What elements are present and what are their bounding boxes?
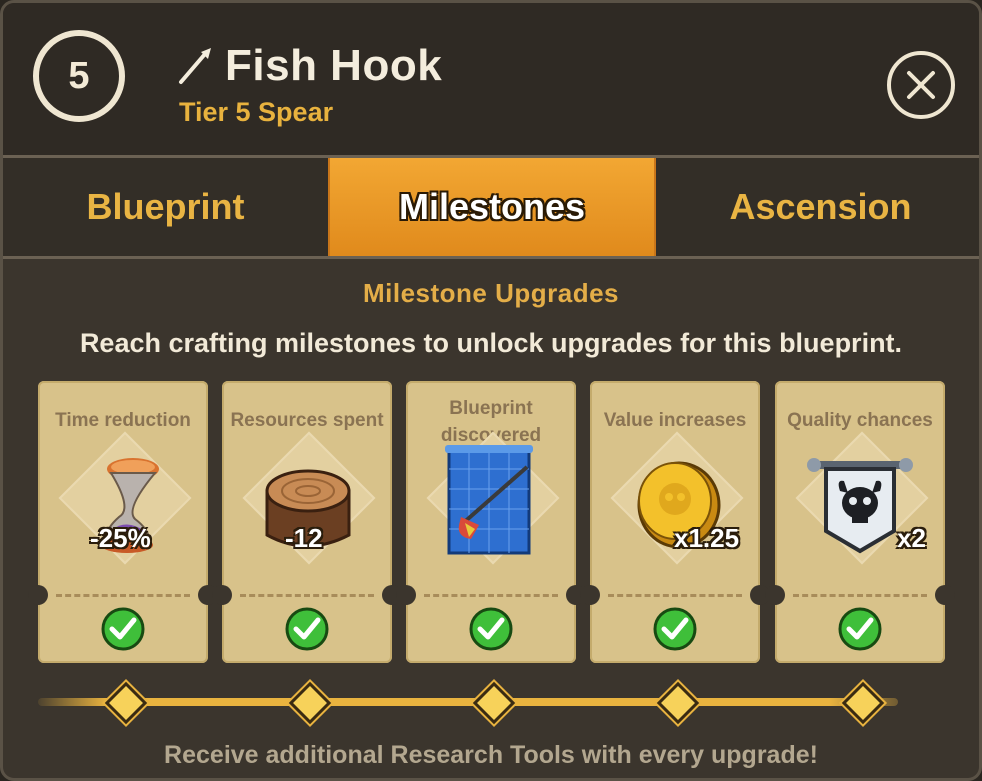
tier-badge: 5 [33, 30, 125, 122]
ticket-notch [765, 585, 785, 605]
section-description: Reach crafting milestones to unlock upgr… [79, 328, 903, 358]
footer-hint: Receive additional Research Tools with e… [164, 741, 818, 769]
check-icon [653, 607, 697, 651]
progress-node [288, 681, 332, 725]
progress-node [841, 681, 885, 725]
section-title: Milestone Upgrades [362, 278, 620, 308]
progress-node [656, 681, 700, 725]
progress-track [38, 698, 898, 706]
card-value: x1.25 [674, 523, 740, 553]
milestone-card-time-reduction[interactable]: Time reduction -25% [28, 381, 218, 663]
ticket-notch [396, 585, 416, 605]
milestone-card-resources-spent[interactable]: Resources spent -12 [212, 381, 402, 663]
check-icon [285, 607, 329, 651]
card-value: x2 [897, 523, 926, 553]
divider [793, 594, 927, 597]
header: 5 Fish Hook Tier 5 Spear [3, 3, 979, 158]
card-value: -12 [285, 523, 323, 553]
card-label: Quality chances [787, 410, 933, 431]
blueprint-scroll-icon [445, 445, 533, 555]
milestone-card-blueprint-discovered[interactable]: Blueprint discovered [396, 381, 586, 663]
divider [240, 594, 374, 597]
progress-node [104, 681, 148, 725]
card-label: Resources spent [230, 410, 384, 431]
tab-bar: Blueprint Milestones Ascension [3, 158, 979, 259]
divider [608, 594, 742, 597]
progress-node [472, 681, 516, 725]
card-value: -25% [90, 523, 151, 553]
title-block: Fish Hook Tier 5 Spear [175, 41, 442, 128]
ticket-notch [580, 585, 600, 605]
tab-ascension[interactable]: Ascension [656, 158, 979, 256]
ticket-notch [935, 585, 955, 605]
check-icon [838, 607, 882, 651]
milestone-card-value-increases[interactable]: Value increases x1.25 [580, 381, 770, 663]
check-icon [101, 607, 145, 651]
tab-blueprint[interactable]: Blueprint [3, 158, 328, 256]
check-icon [469, 607, 513, 651]
divider [424, 594, 558, 597]
card-label: Time reduction [55, 410, 191, 431]
ticket-notch [212, 585, 232, 605]
close-button[interactable] [887, 51, 955, 119]
card-label: Value increases [603, 410, 747, 431]
spear-icon [179, 48, 211, 84]
milestones-panel: 5 Fish Hook Tier 5 Spear Blueprint Miles… [0, 0, 982, 781]
item-subtitle: Tier 5 Spear [179, 97, 334, 127]
ticket-notch [28, 585, 48, 605]
item-title: Fish Hook [225, 41, 443, 90]
milestone-card-quality-chances[interactable]: Quality chances x2 [765, 381, 955, 663]
close-icon [907, 71, 935, 99]
tier-number: 5 [68, 54, 90, 97]
tab-milestones[interactable]: Milestones [328, 158, 656, 256]
divider [56, 594, 190, 597]
